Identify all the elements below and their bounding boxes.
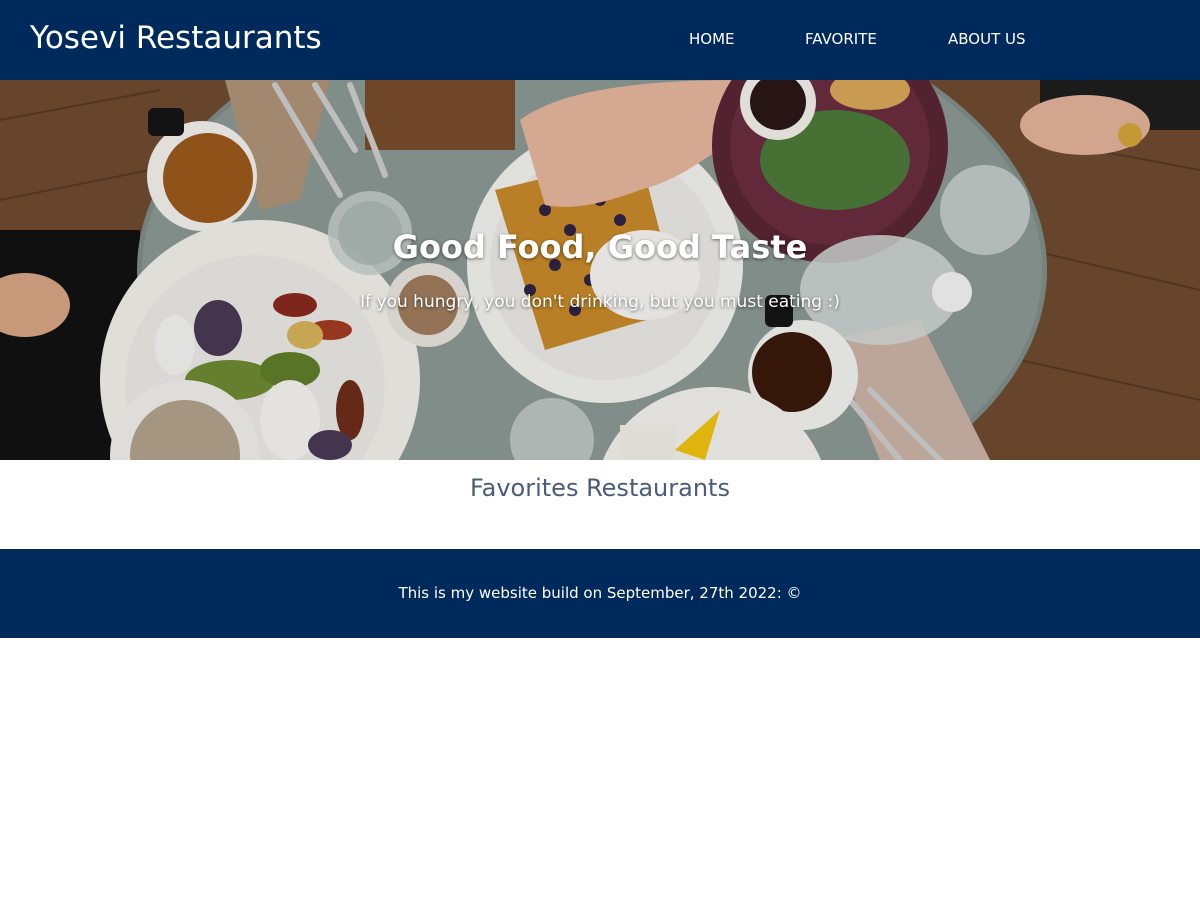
site-footer: This is my website build on September, 2… [0,549,1200,638]
nav-favorite-link[interactable]: FAVORITE [805,30,877,48]
favorites-section-title: Favorites Restaurants [470,474,730,502]
hero-subtitle: If you hungry, you don't drinking, but y… [360,292,840,312]
top-app-bar: Yosevi Restaurants HOME FAVORITE ABOUT U… [0,0,1200,80]
hero-banner: Good Food, Good Taste If you hungry, you… [0,80,1200,460]
hero-food-table-image [0,80,1200,460]
site-brand[interactable]: Yosevi Restaurants [30,20,322,56]
hero-title: Good Food, Good Taste [392,228,808,266]
footer-text: This is my website build on September, 2… [398,584,802,602]
nav-home-link[interactable]: HOME [689,30,735,48]
nav-about-us-link[interactable]: ABOUT US [948,30,1026,48]
